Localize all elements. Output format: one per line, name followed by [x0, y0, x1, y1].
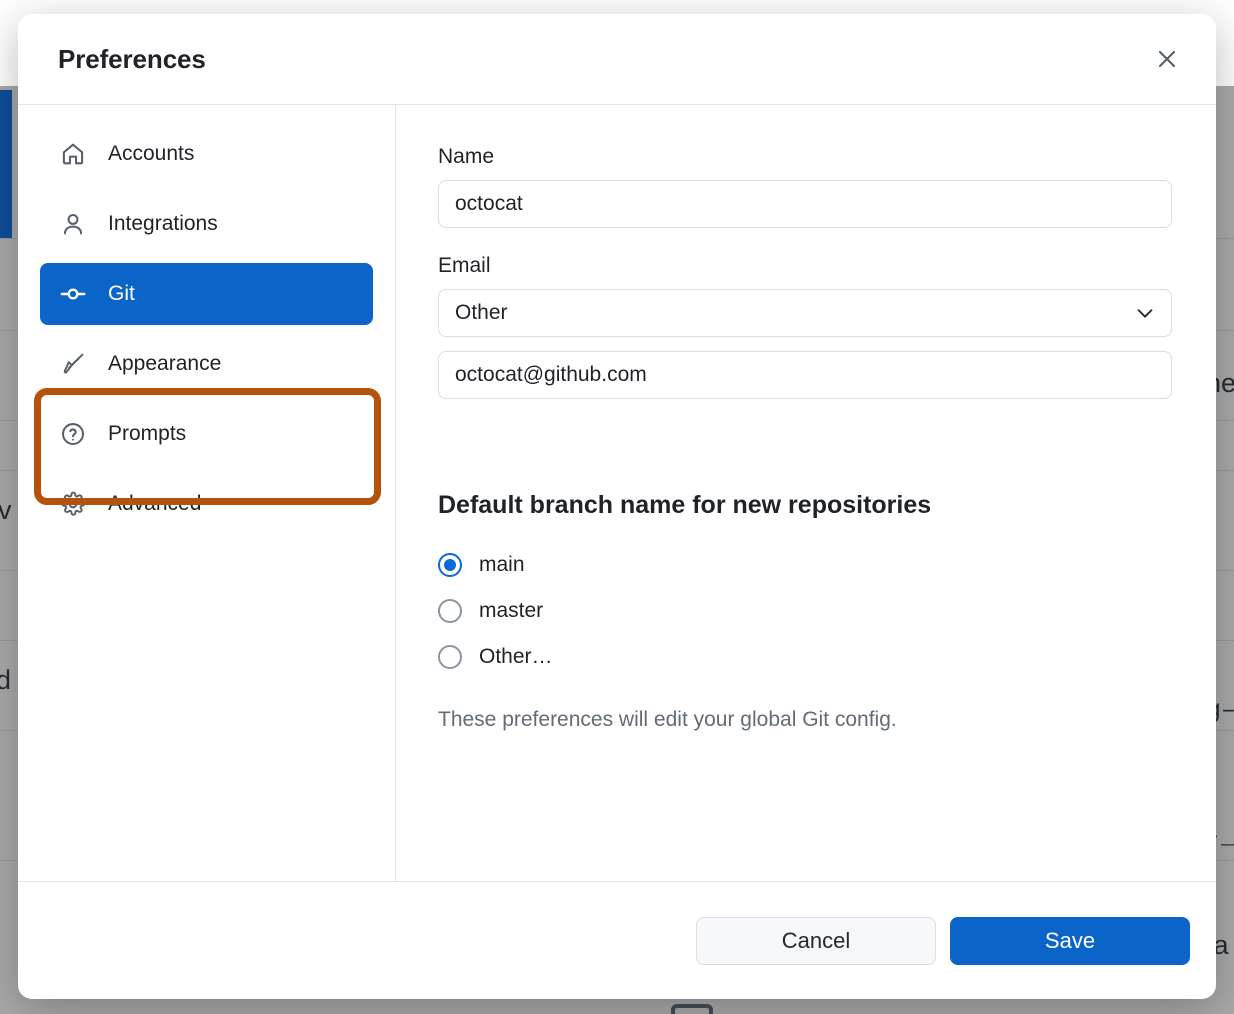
- git-commit-icon: [58, 279, 88, 309]
- home-icon: [58, 139, 88, 169]
- name-label: Name: [438, 145, 495, 168]
- radio-label: main: [479, 553, 525, 576]
- email-label: Email: [438, 254, 491, 277]
- email-field-group: Email Other: [438, 254, 1188, 337]
- radio-option-main[interactable]: main: [438, 542, 1188, 588]
- radio-label: Other…: [479, 645, 553, 668]
- name-input[interactable]: [438, 180, 1172, 228]
- background-bottom-control: [671, 1004, 713, 1014]
- radio-label: master: [479, 599, 544, 622]
- dialog-header: Preferences: [18, 14, 1216, 105]
- sidebar-item-accounts[interactable]: Accounts: [40, 123, 373, 185]
- sidebar-item-appearance[interactable]: Appearance: [40, 333, 373, 395]
- radio-indicator: [438, 553, 462, 577]
- sidebar-item-prompts[interactable]: Prompts: [40, 403, 373, 465]
- preferences-dialog: Preferences Accounts Integrations Git Ap…: [18, 14, 1216, 999]
- radio-indicator: [438, 645, 462, 669]
- sidebar-item-label: Appearance: [108, 352, 222, 375]
- name-field-group: Name: [438, 145, 1188, 228]
- default-branch-heading: Default branch name for new repositories: [438, 491, 932, 519]
- background-text-fragment: d: [0, 665, 12, 695]
- page-title: Preferences: [58, 43, 206, 74]
- sidebar-item-git[interactable]: Git: [40, 263, 373, 325]
- email-input[interactable]: [438, 351, 1172, 399]
- sidebar-item-label: Integrations: [108, 212, 218, 235]
- email-address-group: [438, 351, 1188, 399]
- close-button[interactable]: [1144, 36, 1190, 82]
- email-select-value: Other: [455, 301, 508, 324]
- background-text-fragment: v: [0, 495, 12, 525]
- email-select-wrapper: Other: [438, 289, 1172, 337]
- dialog-body: Accounts Integrations Git Appearance Pro…: [18, 105, 1216, 881]
- background-accent-bar: [0, 90, 12, 238]
- radio-option-master[interactable]: master: [438, 588, 1188, 634]
- sidebar-item-integrations[interactable]: Integrations: [40, 193, 373, 255]
- sidebar-item-label: Prompts: [108, 422, 187, 445]
- gear-icon: [58, 489, 88, 519]
- sidebar-item-label: Git: [108, 282, 135, 305]
- save-button[interactable]: Save: [950, 916, 1190, 965]
- default-branch-radio-group: main master Other…: [438, 542, 1188, 680]
- cancel-button[interactable]: Cancel: [696, 916, 936, 965]
- preferences-sidebar: Accounts Integrations Git Appearance Pro…: [18, 105, 396, 881]
- radio-indicator: [438, 599, 462, 623]
- paintbrush-icon: [58, 349, 88, 379]
- dialog-footer: Cancel Save: [18, 881, 1216, 999]
- sidebar-item-advanced[interactable]: Advanced: [40, 473, 373, 535]
- radio-option-other[interactable]: Other…: [438, 634, 1188, 680]
- sidebar-item-label: Accounts: [108, 142, 195, 165]
- close-icon: [1155, 47, 1179, 71]
- question-icon: [58, 419, 88, 449]
- git-config-helper-text: These preferences will edit your global …: [438, 708, 897, 731]
- email-account-select[interactable]: Other: [438, 289, 1172, 337]
- person-icon: [58, 209, 88, 239]
- sidebar-item-label: Advanced: [108, 492, 202, 515]
- git-preferences-pane: Name Email Other: [396, 105, 1216, 881]
